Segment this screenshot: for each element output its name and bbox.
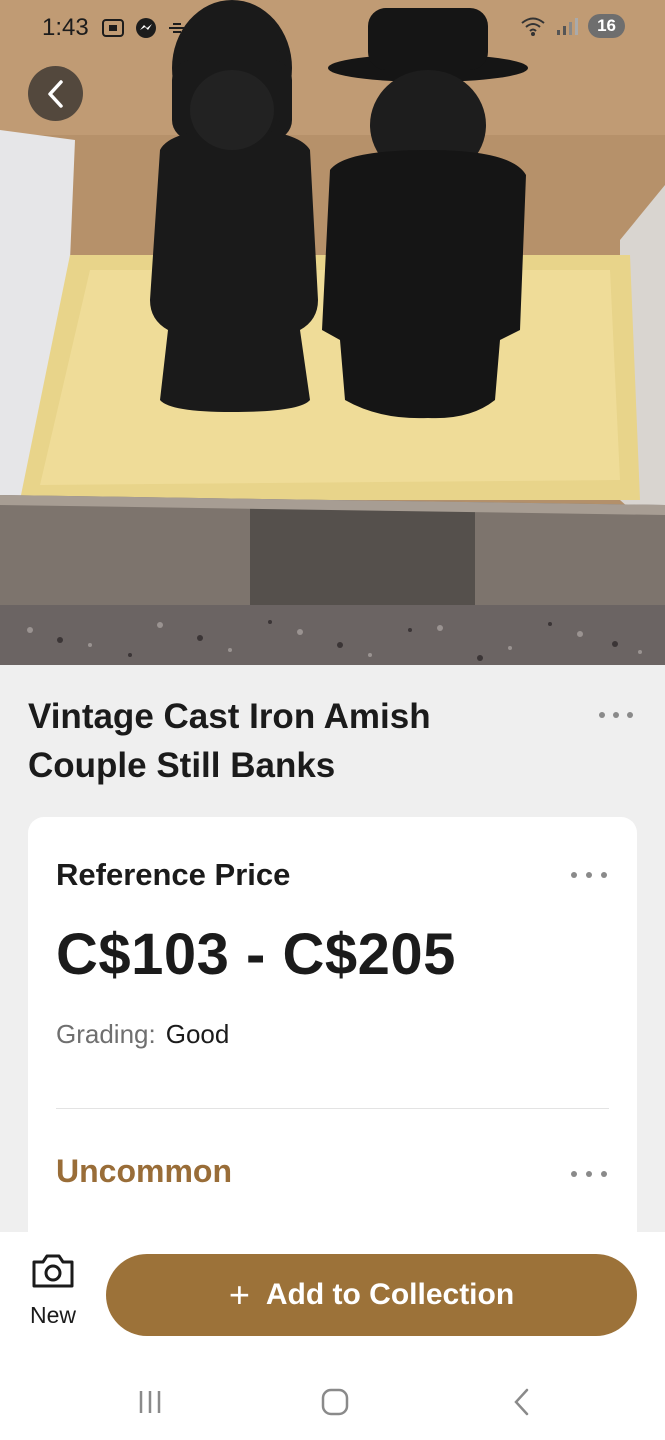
- dot: [601, 872, 607, 878]
- status-right-icons: 16: [520, 14, 625, 38]
- status-left-icons: [100, 16, 188, 46]
- status-time: 1:43: [42, 14, 89, 41]
- home-button[interactable]: [315, 1382, 355, 1422]
- rarity-label: Uncommon: [56, 1153, 232, 1189]
- plus-icon: +: [228, 1274, 250, 1315]
- dot: [613, 712, 619, 718]
- cell-signal-icon: [557, 18, 579, 35]
- dot: [627, 712, 633, 718]
- back-icon: [514, 1388, 529, 1416]
- screenshot-icon: [100, 16, 126, 46]
- price-more-button[interactable]: [571, 865, 607, 885]
- divider: [56, 1108, 609, 1109]
- reference-price-heading: Reference Price: [56, 857, 291, 892]
- back-button[interactable]: [28, 66, 83, 121]
- price-range: C$103 - C$205: [56, 922, 456, 987]
- bottom-action-bar: New + Add to Collection: [0, 1232, 665, 1362]
- grading-label: Grading:: [56, 1019, 156, 1049]
- product-photo-graphic: [0, 0, 665, 665]
- wifi-icon: [521, 17, 545, 36]
- status-bar: 1:43 16: [0, 0, 665, 62]
- grading-value: Good: [165, 1019, 230, 1049]
- dot: [571, 872, 577, 878]
- dot: [571, 1171, 577, 1177]
- new-scan-button[interactable]: New: [18, 1248, 88, 1338]
- price-card: Reference Price C$103 - C$205 Grading: Go…: [28, 817, 637, 1257]
- screen: 1:43 16 Vintage Cast Iron Amish Couple S…: [0, 0, 665, 1440]
- item-title: Vintage Cast Iron Amish Couple Still Ban…: [28, 697, 431, 785]
- dot: [586, 872, 592, 878]
- recent-apps-icon: [139, 1391, 161, 1413]
- signal-arrows-icon: [166, 16, 188, 46]
- more-options-button[interactable]: [599, 700, 633, 730]
- battery-indicator: 16: [588, 14, 625, 38]
- grading-row: Grading: Good: [56, 1019, 229, 1050]
- add-to-collection-button[interactable]: + Add to Collection: [106, 1254, 637, 1336]
- chevron-left-icon: [47, 79, 63, 108]
- dot: [599, 712, 605, 718]
- system-nav-bar: [0, 1362, 665, 1440]
- messenger-icon: [134, 16, 158, 46]
- dot: [601, 1171, 607, 1177]
- dot: [586, 1171, 592, 1177]
- home-icon: [321, 1388, 349, 1416]
- add-to-collection-label: Add to Collection: [265, 1278, 515, 1311]
- product-photo: [0, 0, 665, 665]
- camera-icon: [32, 1254, 74, 1288]
- system-back-button[interactable]: [502, 1382, 542, 1422]
- new-label: New: [29, 1302, 76, 1328]
- rarity-more-button[interactable]: [571, 1164, 607, 1184]
- recent-apps-button[interactable]: [130, 1382, 170, 1422]
